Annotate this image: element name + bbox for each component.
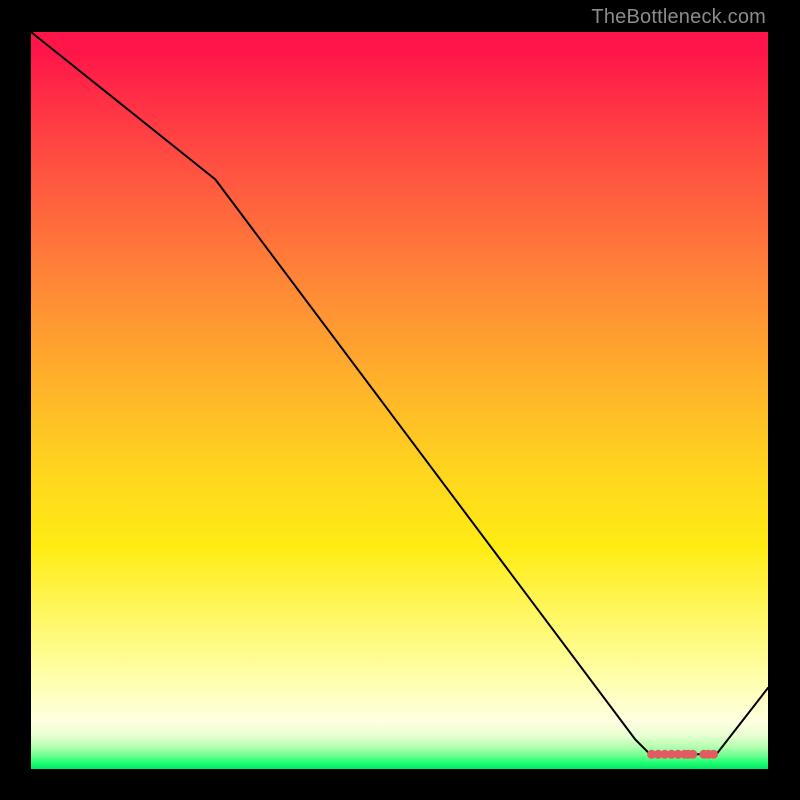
watermark-text: TheBottleneck.com bbox=[591, 6, 766, 29]
chart-frame: TheBottleneck.com bbox=[0, 0, 800, 800]
chart-svg bbox=[31, 32, 768, 769]
curve-line bbox=[31, 32, 768, 754]
highlight-markers bbox=[647, 750, 718, 759]
highlight-dot bbox=[688, 750, 697, 759]
highlight-dot bbox=[709, 750, 718, 759]
